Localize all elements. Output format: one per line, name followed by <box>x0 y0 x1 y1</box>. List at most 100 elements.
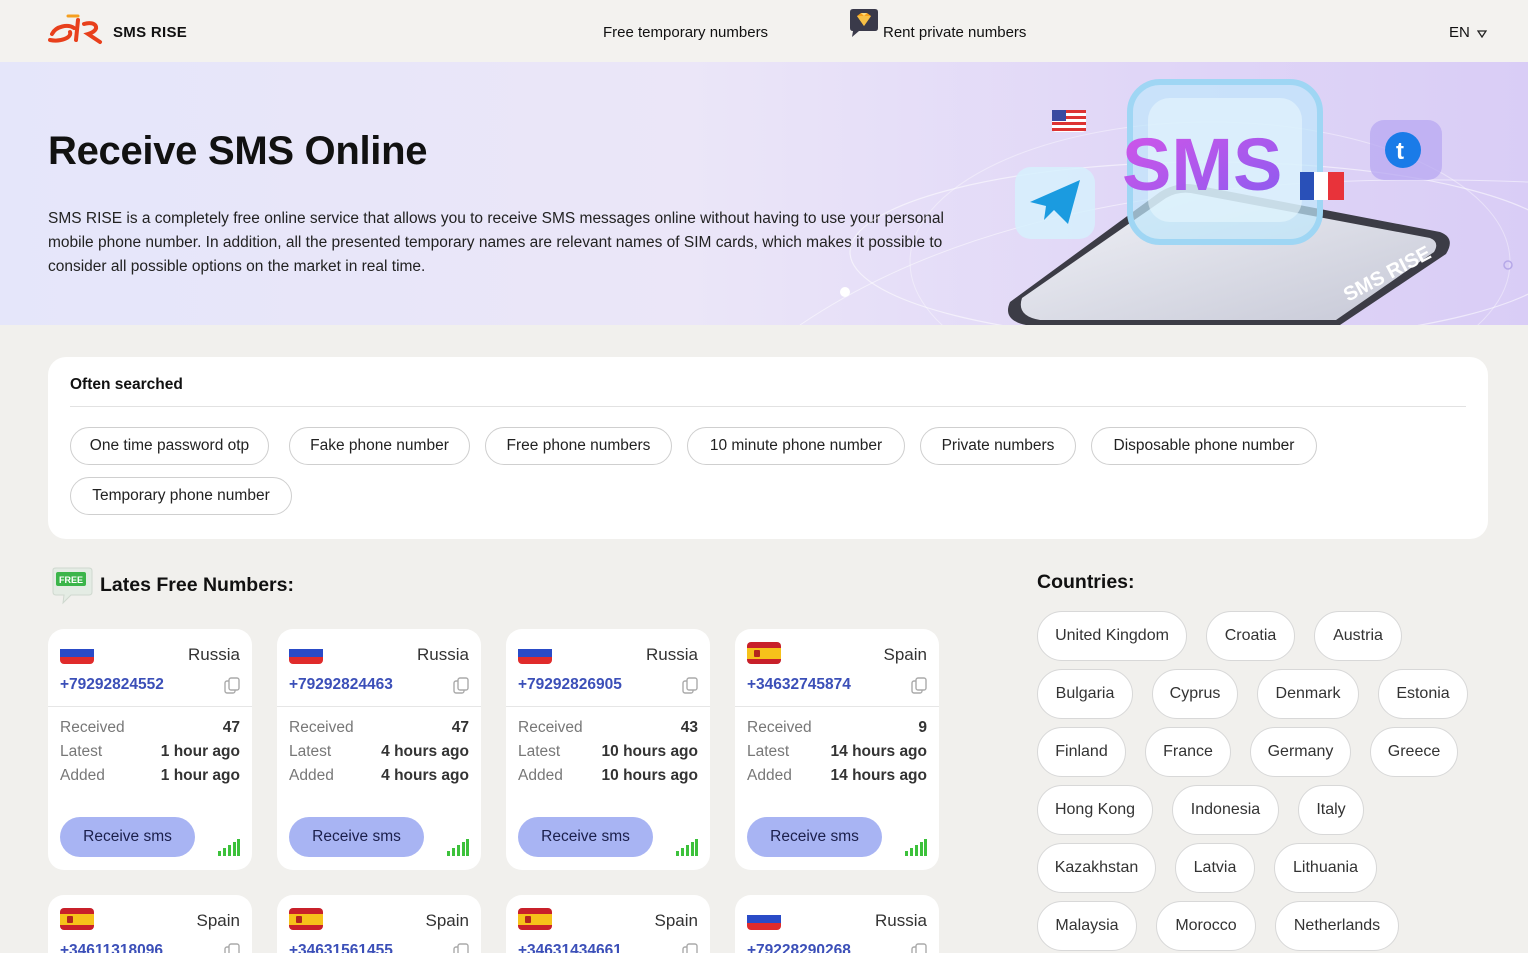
hero-illustration: SMS RISE SMS t <box>799 79 1528 325</box>
card-received-row: Received 9 <box>747 719 927 736</box>
country-chip[interactable]: Germany <box>1250 727 1351 777</box>
copy-icon[interactable] <box>682 943 698 953</box>
page-title: Receive SMS Online <box>48 129 428 173</box>
russia-flag-icon <box>289 642 323 664</box>
search-chip[interactable]: Private numbers <box>920 427 1076 465</box>
copy-icon[interactable] <box>911 677 927 694</box>
card-latest-row: Latest 14 hours ago <box>747 743 927 760</box>
number-card[interactable]: Russia +79292826905 Received 43 Latest 10 … <box>506 629 710 870</box>
card-country: Spain <box>654 911 698 930</box>
number-card[interactable]: Spain +34631434661 <box>506 895 710 953</box>
country-chip[interactable]: Lithuania <box>1274 843 1377 893</box>
card-phone-number[interactable]: +79228290268 <box>747 942 851 953</box>
card-phone-number[interactable]: +79292824463 <box>289 676 393 694</box>
number-card[interactable]: Russia +79292824552 Received 47 Latest 1 h… <box>48 629 252 870</box>
card-added-row: Added 10 hours ago <box>518 767 698 784</box>
svg-text:t: t <box>1396 138 1404 165</box>
card-phone-number[interactable]: +34611318096 <box>60 942 163 953</box>
number-card[interactable]: Russia +79292824463 Received 47 Latest 4 h… <box>277 629 481 870</box>
card-country: Spain <box>425 911 469 930</box>
country-chip[interactable]: Netherlands <box>1275 901 1399 951</box>
divider <box>48 706 252 707</box>
diamond-icon <box>850 9 878 37</box>
countries-title: Countries: <box>1037 571 1135 593</box>
search-chip[interactable]: Free phone numbers <box>485 427 672 465</box>
card-phone-number[interactable]: +34632745874 <box>747 676 851 694</box>
receive-sms-button[interactable]: Receive sms <box>518 817 653 857</box>
spain-flag-icon <box>60 908 94 930</box>
country-chip[interactable]: Bulgaria <box>1037 669 1133 719</box>
receive-sms-button[interactable]: Receive sms <box>289 817 424 857</box>
often-searched-panel: Often searched One time password otp Fak… <box>48 357 1488 539</box>
country-chip[interactable]: Austria <box>1314 611 1402 661</box>
country-chip[interactable]: Finland <box>1037 727 1126 777</box>
card-added-row: Added 14 hours ago <box>747 767 927 784</box>
number-card[interactable]: Russia +79228290268 <box>735 895 939 953</box>
signal-strength-icon <box>905 839 927 856</box>
country-chip[interactable]: Greece <box>1370 727 1458 777</box>
copy-icon[interactable] <box>224 677 240 694</box>
search-chip[interactable]: One time password otp <box>70 427 269 465</box>
card-country: Spain <box>883 645 927 664</box>
card-phone-number[interactable]: +79292824552 <box>60 676 164 694</box>
country-chip[interactable]: France <box>1145 727 1231 777</box>
country-chip[interactable]: Malaysia <box>1037 901 1137 951</box>
logo-icon[interactable] <box>48 12 104 46</box>
card-phone-number[interactable]: +34631434661 <box>518 942 622 953</box>
card-received-row: Received 47 <box>60 719 240 736</box>
country-chip[interactable]: United Kingdom <box>1037 611 1187 661</box>
country-chip[interactable]: Denmark <box>1257 669 1359 719</box>
country-chip[interactable]: Morocco <box>1156 901 1256 951</box>
number-card[interactable]: Spain +34631561455 <box>277 895 481 953</box>
spain-flag-icon <box>747 642 781 664</box>
country-chip[interactable]: Hong Kong <box>1037 785 1153 835</box>
divider <box>70 406 1466 407</box>
divider <box>735 706 939 707</box>
country-chip[interactable]: Cyprus <box>1152 669 1238 719</box>
search-chip[interactable]: Disposable phone number <box>1091 427 1317 465</box>
copy-icon[interactable] <box>224 943 240 953</box>
sms-art-text: SMS <box>1122 123 1282 206</box>
card-phone-number[interactable]: +34631561455 <box>289 942 393 953</box>
nav-rent-private[interactable]: Rent private numbers <box>883 24 1026 41</box>
spain-flag-icon <box>289 908 323 930</box>
copy-icon[interactable] <box>453 943 469 953</box>
chevron-down-icon[interactable] <box>1477 30 1487 38</box>
free-badge-icon: FREE <box>52 567 93 605</box>
often-searched-title: Often searched <box>70 376 183 393</box>
copy-icon[interactable] <box>682 677 698 694</box>
country-chip[interactable]: Kazakhstan <box>1037 843 1156 893</box>
card-latest-row: Latest 10 hours ago <box>518 743 698 760</box>
russia-flag-icon <box>60 642 94 664</box>
search-chip[interactable]: Fake phone number <box>289 427 470 465</box>
spain-flag-icon <box>518 908 552 930</box>
copy-icon[interactable] <box>453 677 469 694</box>
number-card[interactable]: Spain +34632745874 Received 9 Latest 14 ho… <box>735 629 939 870</box>
receive-sms-button[interactable]: Receive sms <box>747 817 882 857</box>
country-chip[interactable]: Croatia <box>1206 611 1295 661</box>
copy-icon[interactable] <box>911 943 927 953</box>
card-added-row: Added 1 hour ago <box>60 767 240 784</box>
country-chip[interactable]: Indonesia <box>1172 785 1279 835</box>
card-latest-row: Latest 4 hours ago <box>289 743 469 760</box>
card-latest-row: Latest 1 hour ago <box>60 743 240 760</box>
hero-banner: Receive SMS Online SMS RISE is a complet… <box>0 62 1528 325</box>
card-country: Russia <box>417 645 469 664</box>
number-card[interactable]: Spain +34611318096 <box>48 895 252 953</box>
signal-strength-icon <box>447 839 469 856</box>
card-phone-number[interactable]: +79292826905 <box>518 676 622 694</box>
brand-name[interactable]: SMS RISE <box>113 24 187 41</box>
country-chip[interactable]: Latvia <box>1175 843 1255 893</box>
receive-sms-button[interactable]: Receive sms <box>60 817 195 857</box>
country-chip[interactable]: Estonia <box>1378 669 1468 719</box>
card-received-row: Received 43 <box>518 719 698 736</box>
card-country: Russia <box>188 645 240 664</box>
latest-numbers-title: Lates Free Numbers: <box>100 574 294 596</box>
country-chip[interactable]: Italy <box>1298 785 1364 835</box>
top-header: SMS RISE Free temporary numbers Rent pri… <box>0 0 1528 62</box>
nav-free-numbers[interactable]: Free temporary numbers <box>603 24 768 41</box>
search-chip[interactable]: Temporary phone number <box>70 477 292 515</box>
search-chip[interactable]: 10 minute phone number <box>687 427 905 465</box>
language-selector[interactable]: EN <box>1449 24 1470 41</box>
signal-strength-icon <box>676 839 698 856</box>
